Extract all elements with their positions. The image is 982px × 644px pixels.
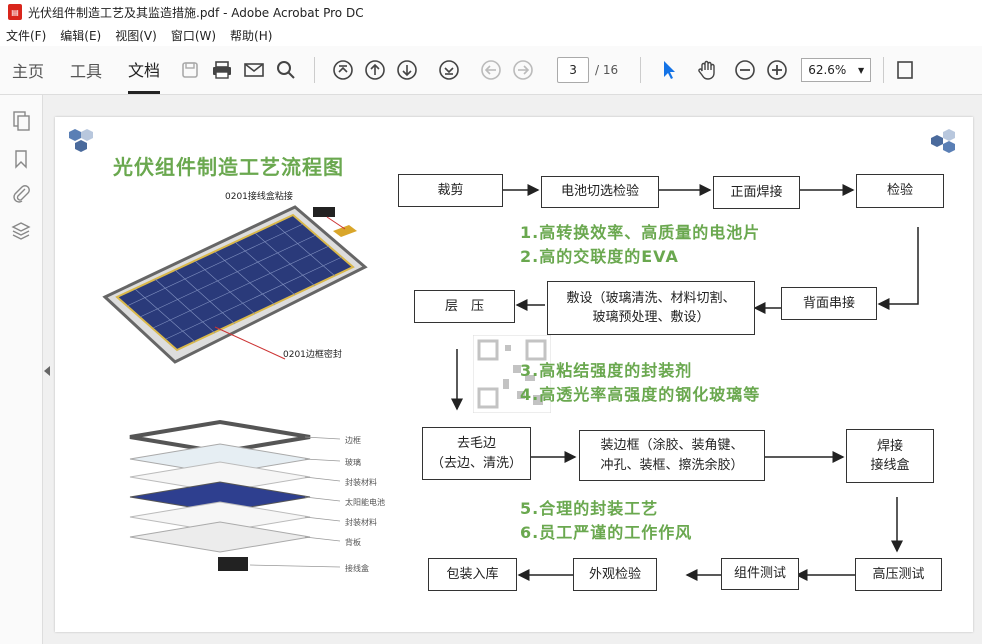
previous-page-icon[interactable] (361, 56, 389, 84)
title-bar: ▤ 光伏组件制造工艺及其监造措施.pdf - Adobe Acrobat Pro… (0, 0, 982, 24)
step-deburring: 去毛边 （去边、清洗） (422, 427, 531, 480)
select-cursor-icon[interactable] (655, 56, 683, 84)
menu-view[interactable]: 视图(V) (115, 27, 157, 44)
tab-home[interactable]: 主页 (12, 46, 44, 94)
step-deburring-line1: 去毛边 (456, 436, 496, 451)
step-laying-line2: 玻璃预处理、敷设） (592, 310, 710, 325)
first-page-icon[interactable] (329, 56, 357, 84)
step-module-test: 组件测试 (721, 558, 799, 590)
chevron-down-icon: ▼ (858, 65, 865, 75)
step-junction-box-welding: 焊接 接线盒 (846, 429, 934, 483)
step-back-stringing: 背面串接 (781, 287, 877, 320)
save-icon[interactable] (176, 56, 204, 84)
step-junction-line2: 接线盒 (870, 458, 910, 473)
step-laying-line1: 敷设（玻璃清洗、材料切割、 (566, 290, 736, 306)
note-6: 6.员工严谨的工作作风 (520, 523, 693, 542)
step-framing-line1: 装边框（涂胶、装角键、 (600, 438, 744, 453)
step-junction-line1: 焊接 (876, 438, 903, 454)
note-1: 1.高转换效率、高质量的电池片 (520, 223, 761, 242)
step-cutting: 裁剪 (398, 174, 503, 207)
page-total: / 16 (595, 63, 619, 77)
step-laying: 敷设（玻璃清洗、材料切割、 玻璃预处理、敷设） (547, 281, 755, 335)
window-title: 光伏组件制造工艺及其监造措施.pdf - Adobe Acrobat Pro D… (28, 5, 364, 20)
step-inspection: 检验 (856, 174, 944, 208)
next-page-icon[interactable] (393, 56, 421, 84)
flow-arrows (451, 184, 919, 581)
step-front-welding: 正面焊接 (713, 176, 800, 209)
menu-edit[interactable]: 编辑(E) (60, 27, 101, 44)
menu-bar: 文件(F) 编辑(E) 视图(V) 窗口(W) 帮助(H) (0, 24, 982, 46)
layers-icon[interactable] (11, 221, 31, 241)
search-icon[interactable] (272, 56, 300, 84)
note-3: 3.高粘结强度的封装剂 (520, 361, 693, 380)
step-framing: 装边框（涂胶、装角键、 冲孔、装框、擦洗余胶） (579, 430, 765, 481)
zoom-out-icon[interactable] (731, 56, 759, 84)
pdf-page: 光伏组件制造工艺流程图 0201接线盒粘接 0201边框密封 边框 玻璃 封装材… (55, 117, 973, 632)
tab-tools[interactable]: 工具 (70, 46, 102, 94)
bookmark-icon[interactable] (11, 149, 31, 169)
tab-document[interactable]: 文档 (128, 46, 161, 94)
menu-help[interactable]: 帮助(H) (230, 27, 272, 44)
toolbar-separator (640, 57, 642, 83)
step-cell-sorting: 电池切选检验 (541, 176, 659, 208)
step-high-voltage-test: 高压测试 (855, 558, 942, 591)
step-visual-inspection: 外观检验 (573, 558, 657, 591)
collapse-pane-arrow-icon[interactable] (44, 366, 50, 376)
step-deburring-line2: （去边、清洗） (430, 455, 522, 471)
step-lamination: 层 压 (414, 290, 515, 323)
print-icon[interactable] (208, 56, 236, 84)
note-2: 2.高的交联度的EVA (520, 247, 679, 266)
page-thumbnails-icon[interactable] (11, 111, 31, 131)
last-page-icon[interactable] (435, 56, 463, 84)
note-5: 5.合理的封装工艺 (520, 499, 659, 518)
fit-page-icon[interactable] (892, 56, 920, 84)
toolbar: 主页 工具 文档 3 / 16 62.6% ▼ (0, 46, 982, 95)
pdf-file-icon: ▤ (8, 4, 22, 20)
note-4: 4.高透光率高强度的钢化玻璃等 (520, 385, 761, 404)
zoom-in-icon[interactable] (763, 56, 791, 84)
attachment-icon[interactable] (11, 183, 31, 203)
forward-view-icon[interactable] (509, 56, 537, 84)
menu-window[interactable]: 窗口(W) (171, 27, 216, 44)
zoom-level-value: 62.6% (808, 63, 847, 77)
zoom-level-select[interactable]: 62.6% ▼ (801, 58, 872, 82)
toolbar-separator (314, 57, 316, 83)
hand-tool-icon[interactable] (693, 56, 721, 84)
email-icon[interactable] (240, 56, 268, 84)
back-view-icon[interactable] (477, 56, 505, 84)
step-packing: 包装入库 (428, 558, 517, 591)
left-navigation-pane (0, 95, 43, 644)
page-number-input[interactable]: 3 (557, 57, 590, 83)
toolbar-separator (883, 57, 885, 83)
menu-file[interactable]: 文件(F) (6, 27, 46, 44)
step-framing-line2: 冲孔、装框、擦洗余胶） (600, 457, 744, 473)
